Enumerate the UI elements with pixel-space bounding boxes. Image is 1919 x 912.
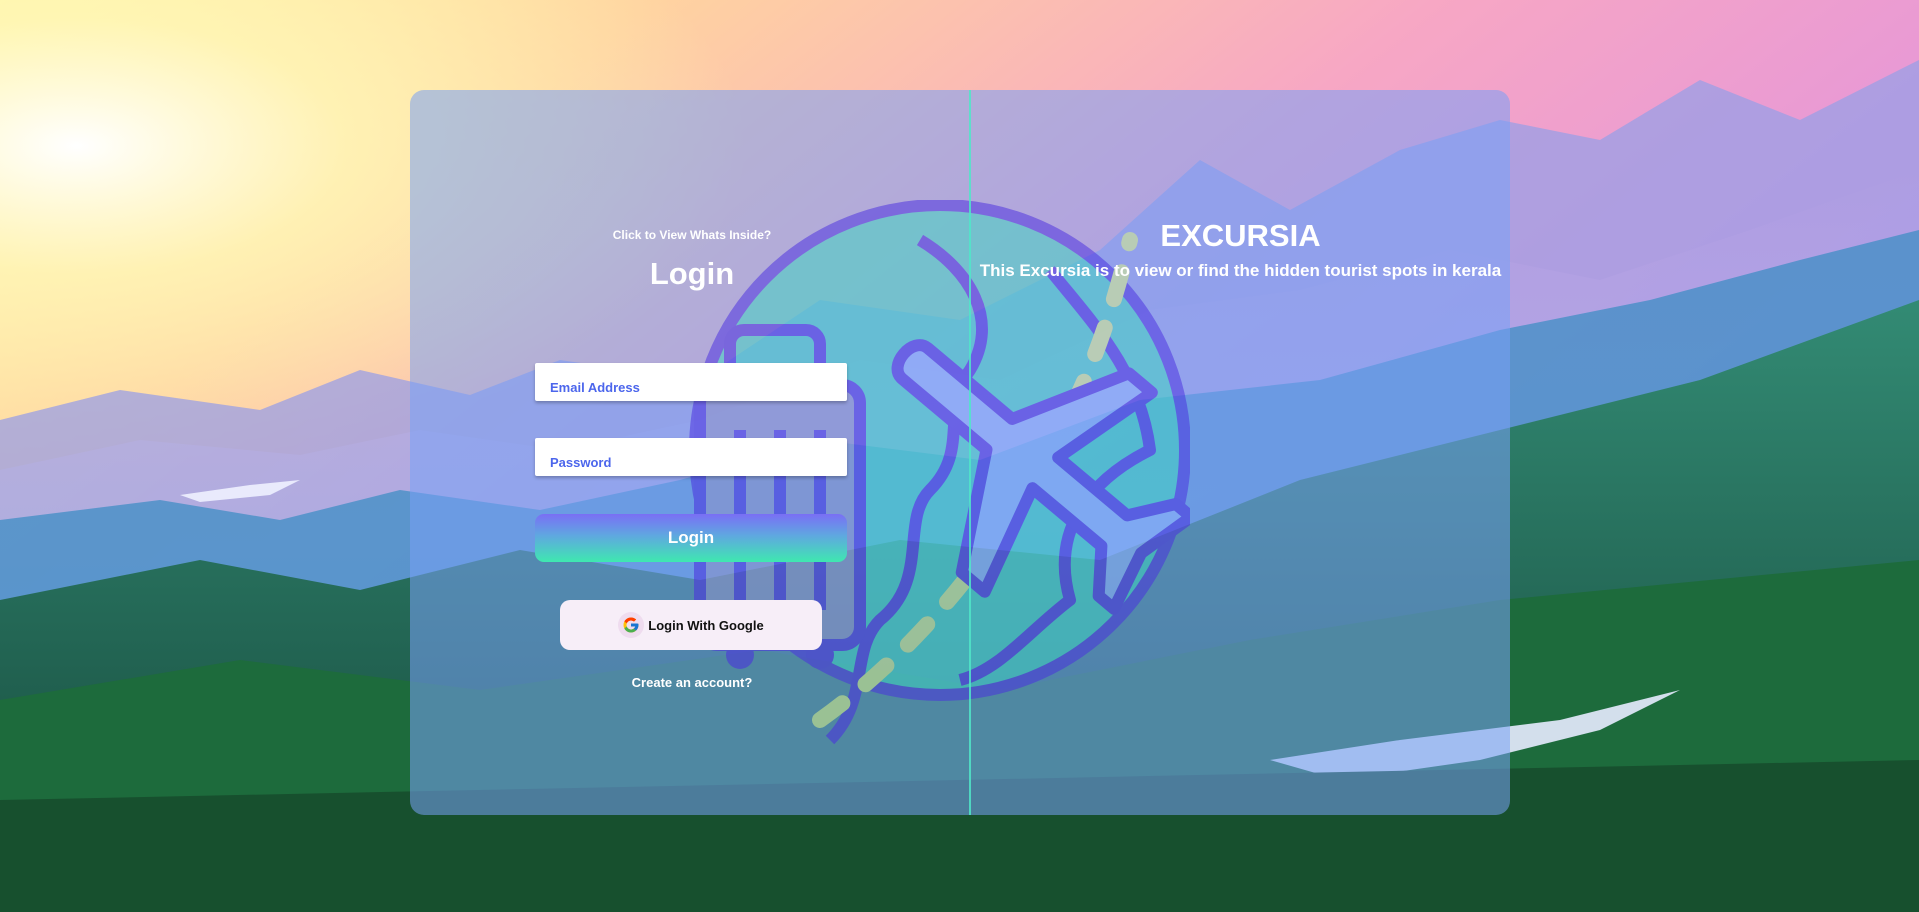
brand-title: EXCURSIA: [1160, 218, 1321, 253]
password-field[interactable]: [535, 438, 847, 476]
create-account-link[interactable]: Create an account?: [410, 675, 974, 690]
email-field[interactable]: [535, 363, 847, 401]
view-inside-hint[interactable]: Click to View Whats Inside?: [410, 228, 974, 242]
google-button-label: Login With Google: [648, 617, 764, 633]
google-logo-icon: [618, 612, 645, 638]
login-heading: Login: [649, 256, 735, 291]
google-login-button[interactable]: Login With Google: [560, 600, 822, 650]
login-panel: Click to View Whats Inside? Login Login …: [410, 90, 970, 815]
login-card: Click to View Whats Inside? Login Login …: [410, 90, 1510, 815]
login-button[interactable]: Login: [535, 514, 847, 562]
brand-description: This Excursia is to view or find the hid…: [979, 261, 1502, 280]
